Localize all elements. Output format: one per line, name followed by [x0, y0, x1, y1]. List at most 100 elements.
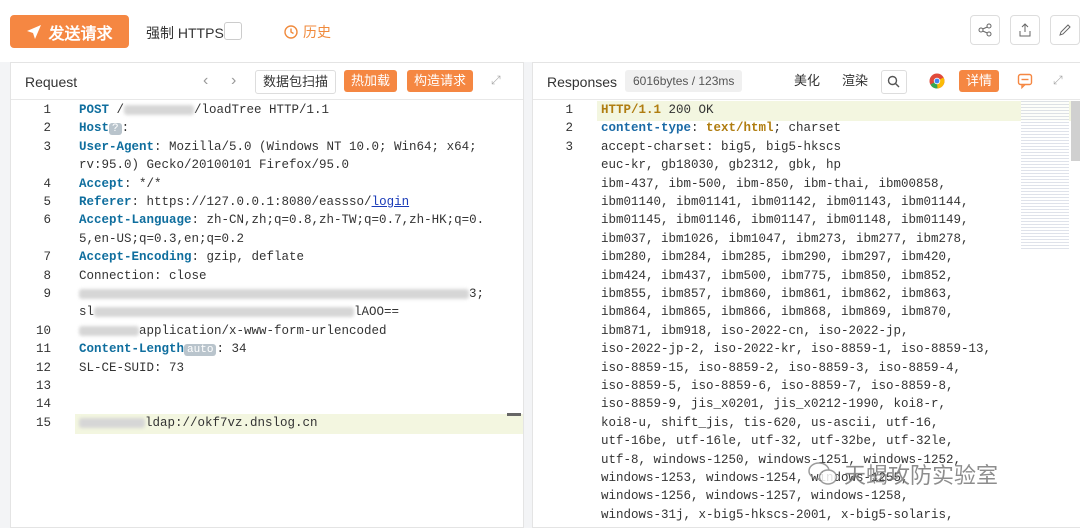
- export-icon[interactable]: [1010, 15, 1040, 45]
- chevron-left-icon[interactable]: ‹: [203, 72, 208, 90]
- code-line: utf-16be, utf-16le, utf-32, utf-32be, ut…: [601, 434, 954, 448]
- code-line: POST / /loadTree HTTP/1.1: [79, 103, 329, 117]
- code-text: ibm855, ibm857, ibm860, ibm861, ibm862, …: [601, 287, 954, 301]
- build-request-button[interactable]: 构造请求: [407, 70, 474, 92]
- clock-icon: [284, 25, 298, 39]
- code-text: : 34: [216, 342, 247, 357]
- request-editor[interactable]: 1 POST / /loadTree HTTP/1.1 2 Host?: 3 User-Ag…: [11, 100, 523, 527]
- header-key: Host: [79, 121, 110, 136]
- line-number: 2: [43, 121, 51, 136]
- code-text: :: [691, 121, 707, 136]
- send-request-button[interactable]: 发送请求: [10, 15, 129, 48]
- code-line: ibm424, ibm437, ibm500, ibm775, ibm850, …: [601, 269, 954, 283]
- response-title: Responses: [547, 74, 618, 90]
- code-text: :: [121, 121, 130, 136]
- code-line: User-Agent: Mozilla/5.0 (Windows NT 10.0…: [79, 140, 477, 154]
- edit-icon[interactable]: [1050, 15, 1080, 45]
- code-line: 3;: [79, 287, 484, 301]
- header-key: POST: [79, 103, 110, 117]
- code-line: application/x-www-form-urlencoded: [79, 324, 387, 338]
- header-key: Accept: [79, 176, 125, 191]
- code-text: iso-8859-15, iso-8859-2, iso-8859-3, iso…: [601, 360, 962, 375]
- code-line: euc-kr, gb18030, gb2312, gbk, hp: [601, 158, 841, 172]
- code-text: lAOO==: [354, 305, 400, 320]
- code-line: Host?:: [79, 121, 130, 136]
- minimap[interactable]: [1021, 101, 1069, 251]
- line-number: 3: [43, 139, 51, 154]
- details-button[interactable]: 详情: [959, 70, 1000, 92]
- header-key: Accept-Encoding: [79, 250, 192, 265]
- expand-icon[interactable]: ⤢: [491, 73, 501, 88]
- code-text: ibm424, ibm437, ibm500, ibm775, ibm850, …: [601, 268, 954, 283]
- code-line: Accept-Encoding: gzip, deflate: [79, 250, 304, 264]
- code-text: ibm864, ibm865, ibm866, ibm868, ibm869, …: [601, 305, 954, 320]
- force-https-checkbox[interactable]: [224, 22, 242, 40]
- redacted-text: [94, 307, 355, 318]
- chrome-icon[interactable]: [929, 73, 945, 94]
- code-line: content-type: text/html; charset: [601, 121, 841, 135]
- code-line: ibm855, ibm857, ibm860, ibm861, ibm862, …: [601, 287, 954, 301]
- scrollbar[interactable]: [1071, 101, 1080, 161]
- header-key: Content-Length: [79, 342, 185, 357]
- chevron-right-icon[interactable]: ›: [231, 72, 236, 90]
- code-line: windows-31j, x-big5-hkscs-2001, x-big5-s…: [601, 508, 954, 522]
- code-text: /loadTree HTTP/1.1: [194, 103, 330, 117]
- code-text: 200 OK: [661, 103, 714, 117]
- line-number: 15: [35, 415, 51, 430]
- link-text: login: [371, 195, 410, 209]
- expand-icon[interactable]: ⤢: [1053, 73, 1063, 88]
- code-line: ibm-437, ibm-500, ibm-850, ibm-thai, ibm…: [601, 177, 946, 191]
- code-text: ldap://okf7vz.dnslog.cn: [145, 415, 318, 430]
- code-line: sl lAOO==: [79, 305, 399, 319]
- line-number: 9: [43, 287, 51, 301]
- line-number: 8: [43, 268, 51, 283]
- line-number: 2: [565, 121, 573, 136]
- code-text: accept-charset: big5, big5-hkscs: [601, 139, 842, 154]
- share-icon[interactable]: [970, 15, 1000, 45]
- code-text: iso-8859-5, iso-8859-6, iso-8859-7, iso-…: [601, 379, 954, 393]
- code-line: Content-Length auto: 34: [79, 342, 247, 357]
- code-line: 5,en-US;q=0.3,en;q=0.2: [79, 232, 244, 246]
- wechat-icon: [808, 462, 838, 485]
- header-key: content-type: [601, 121, 692, 136]
- header-key: Accept-Language: [79, 213, 192, 228]
- render-button[interactable]: 渲染: [835, 70, 876, 92]
- header-key: User-Agent: [79, 139, 155, 154]
- line-number: 12: [35, 360, 51, 375]
- code-text: euc-kr, gb18030, gb2312, gbk, hp: [601, 158, 842, 173]
- hot-load-button[interactable]: 热加载: [344, 70, 398, 92]
- code-line: windows-1256, windows-1257, windows-1258…: [601, 489, 909, 503]
- code-text: : Mozilla/5.0 (Windows NT 10.0; Win64; x…: [154, 139, 477, 154]
- comment-icon[interactable]: [1017, 73, 1033, 94]
- code-line: ibm864, ibm865, ibm866, ibm868, ibm869, …: [601, 305, 954, 319]
- code-line: accept-charset: big5, big5-hkscs: [601, 140, 841, 154]
- line-number: 1: [43, 103, 51, 117]
- redacted-text: [79, 325, 139, 336]
- code-line: Accept-Language: zh-CN,zh;q=0.8,zh-TW;q=…: [79, 213, 484, 227]
- code-text: windows-31j, x-big5-hkscs-2001, x-big5-s…: [601, 507, 954, 522]
- code-text: ibm280, ibm284, ibm285, ibm290, ibm297, …: [601, 250, 954, 265]
- cursor-marker: [507, 413, 521, 416]
- header-key: Referer: [79, 195, 132, 209]
- code-text: iso-2022-jp-2, iso-2022-kr, iso-8859-1, …: [601, 342, 992, 357]
- code-text: sl: [79, 305, 95, 320]
- request-pane: Request ‹ › 数据包扫描 热加载 构造请求 ⤢ 1 POST / /loa…: [10, 62, 524, 528]
- code-text: iso-8859-9, jis_x0201, jis_x0212-1990, k…: [601, 397, 947, 412]
- code-text: : gzip, deflate: [191, 250, 305, 265]
- code-line: iso-8859-15, iso-8859-2, iso-8859-3, iso…: [601, 361, 961, 375]
- line-number: 3: [565, 139, 573, 154]
- search-icon[interactable]: [881, 70, 907, 94]
- top-toolbar: 发送请求 强制 HTTPS 历史: [0, 0, 1080, 62]
- code-text: /: [109, 103, 125, 117]
- history-button[interactable]: 历史: [284, 22, 331, 42]
- line-number: 11: [35, 342, 51, 357]
- code-line: ibm871, ibm918, iso-2022-cn, iso-2022-jp…: [601, 324, 909, 338]
- code-line: ibm037, ibm1026, ibm1047, ibm273, ibm277…: [601, 232, 969, 246]
- beautify-button[interactable]: 美化: [787, 70, 828, 92]
- code-line: iso-8859-5, iso-8859-6, iso-8859-7, iso-…: [601, 379, 954, 393]
- code-line: Connection: close: [79, 269, 207, 283]
- code-line: iso-2022-jp-2, iso-2022-kr, iso-8859-1, …: [601, 342, 991, 356]
- line-number: 6: [43, 213, 51, 228]
- packet-scan-button[interactable]: 数据包扫描: [255, 70, 337, 94]
- watermark-text: 天蝎攻防实验室: [844, 463, 999, 488]
